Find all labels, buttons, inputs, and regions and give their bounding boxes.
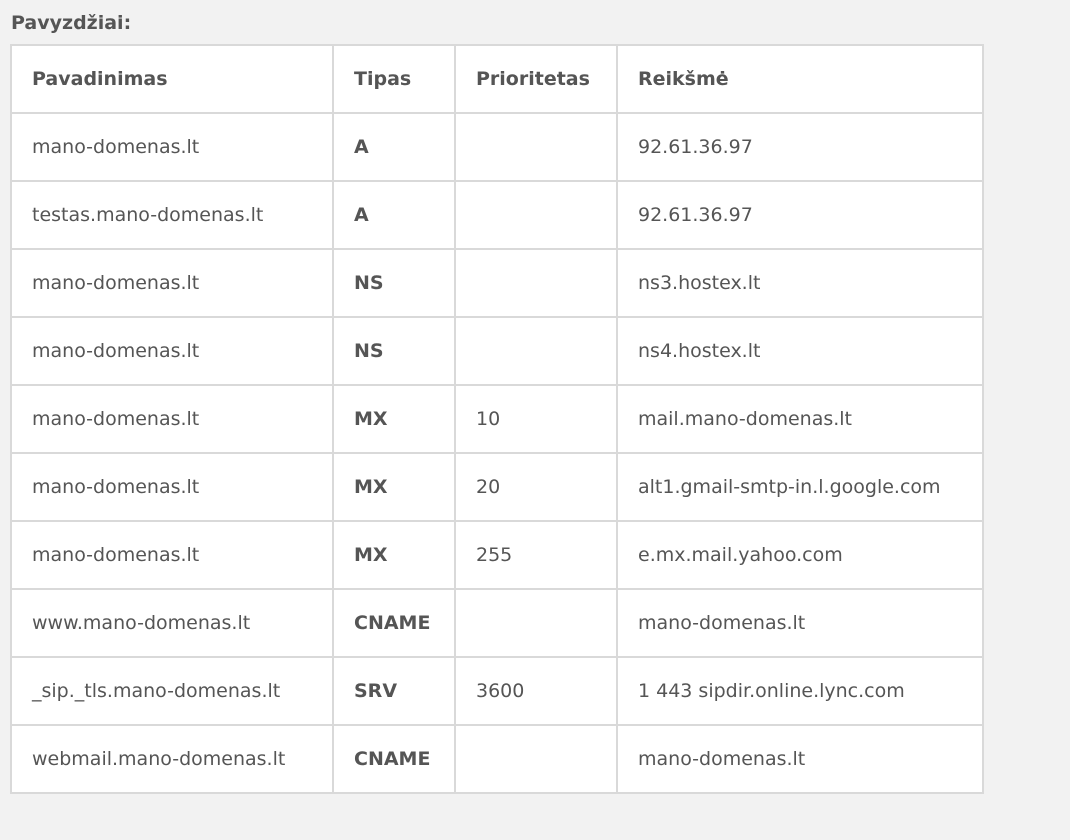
record-value-cell: 92.61.36.97 (616, 112, 984, 182)
record-priority-cell (454, 316, 618, 386)
column-header-value: Reikšmė (616, 44, 984, 114)
table-row: mano-domenas.lt NS ns4.hostex.lt (10, 316, 984, 386)
record-type-cell: CNAME (332, 588, 456, 658)
table-row: webmail.mano-domenas.lt CNAME mano-domen… (10, 724, 984, 794)
record-type-cell: MX (332, 384, 456, 454)
table-row: mano-domenas.lt MX 10 mail.mano-domenas.… (10, 384, 984, 454)
record-type-cell: MX (332, 520, 456, 590)
record-value-cell: alt1.gmail-smtp-in.l.google.com (616, 452, 984, 522)
record-name-cell: www.mano-domenas.lt (10, 588, 334, 658)
record-type-cell: A (332, 180, 456, 250)
record-name-cell: mano-domenas.lt (10, 384, 334, 454)
table-row: testas.mano-domenas.lt A 92.61.36.97 (10, 180, 984, 250)
record-type-cell: MX (332, 452, 456, 522)
column-header-type: Tipas (332, 44, 456, 114)
table-row: _sip._tls.mano-domenas.lt SRV 3600 1 443… (10, 656, 984, 726)
record-value-cell: 1 443 sipdir.online.lync.com (616, 656, 984, 726)
record-priority-cell: 3600 (454, 656, 618, 726)
record-name-cell: mano-domenas.lt (10, 248, 334, 318)
record-type-cell: A (332, 112, 456, 182)
record-value-cell: mano-domenas.lt (616, 588, 984, 658)
record-priority-cell (454, 248, 618, 318)
record-priority-cell: 255 (454, 520, 618, 590)
record-name-cell: _sip._tls.mano-domenas.lt (10, 656, 334, 726)
record-value-cell: mano-domenas.lt (616, 724, 984, 794)
section-title: Pavyzdžiai: (11, 12, 132, 34)
record-value-cell: mail.mano-domenas.lt (616, 384, 984, 454)
column-header-name: Pavadinimas (10, 44, 334, 114)
record-value-cell: ns3.hostex.lt (616, 248, 984, 318)
record-name-cell: webmail.mano-domenas.lt (10, 724, 334, 794)
record-name-cell: mano-domenas.lt (10, 452, 334, 522)
table-row: mano-domenas.lt NS ns3.hostex.lt (10, 248, 984, 318)
record-name-cell: testas.mano-domenas.lt (10, 180, 334, 250)
table-row: mano-domenas.lt MX 255 e.mx.mail.yahoo.c… (10, 520, 984, 590)
record-priority-cell (454, 112, 618, 182)
record-priority-cell (454, 588, 618, 658)
record-name-cell: mano-domenas.lt (10, 520, 334, 590)
record-type-cell: NS (332, 248, 456, 318)
record-priority-cell: 10 (454, 384, 618, 454)
record-priority-cell: 20 (454, 452, 618, 522)
record-priority-cell (454, 180, 618, 250)
table-row: mano-domenas.lt MX 20 alt1.gmail-smtp-in… (10, 452, 984, 522)
record-value-cell: 92.61.36.97 (616, 180, 984, 250)
record-name-cell: mano-domenas.lt (10, 112, 334, 182)
column-header-priority: Prioritetas (454, 44, 618, 114)
record-type-cell: NS (332, 316, 456, 386)
table-row: mano-domenas.lt A 92.61.36.97 (10, 112, 984, 182)
record-value-cell: e.mx.mail.yahoo.com (616, 520, 984, 590)
record-name-cell: mano-domenas.lt (10, 316, 334, 386)
dns-records-table: Pavadinimas Tipas Prioritetas Reikšmė ma… (10, 44, 984, 794)
record-type-cell: CNAME (332, 724, 456, 794)
record-priority-cell (454, 724, 618, 794)
table-header-row: Pavadinimas Tipas Prioritetas Reikšmė (10, 44, 984, 114)
record-type-cell: SRV (332, 656, 456, 726)
record-value-cell: ns4.hostex.lt (616, 316, 984, 386)
table-row: www.mano-domenas.lt CNAME mano-domenas.l… (10, 588, 984, 658)
